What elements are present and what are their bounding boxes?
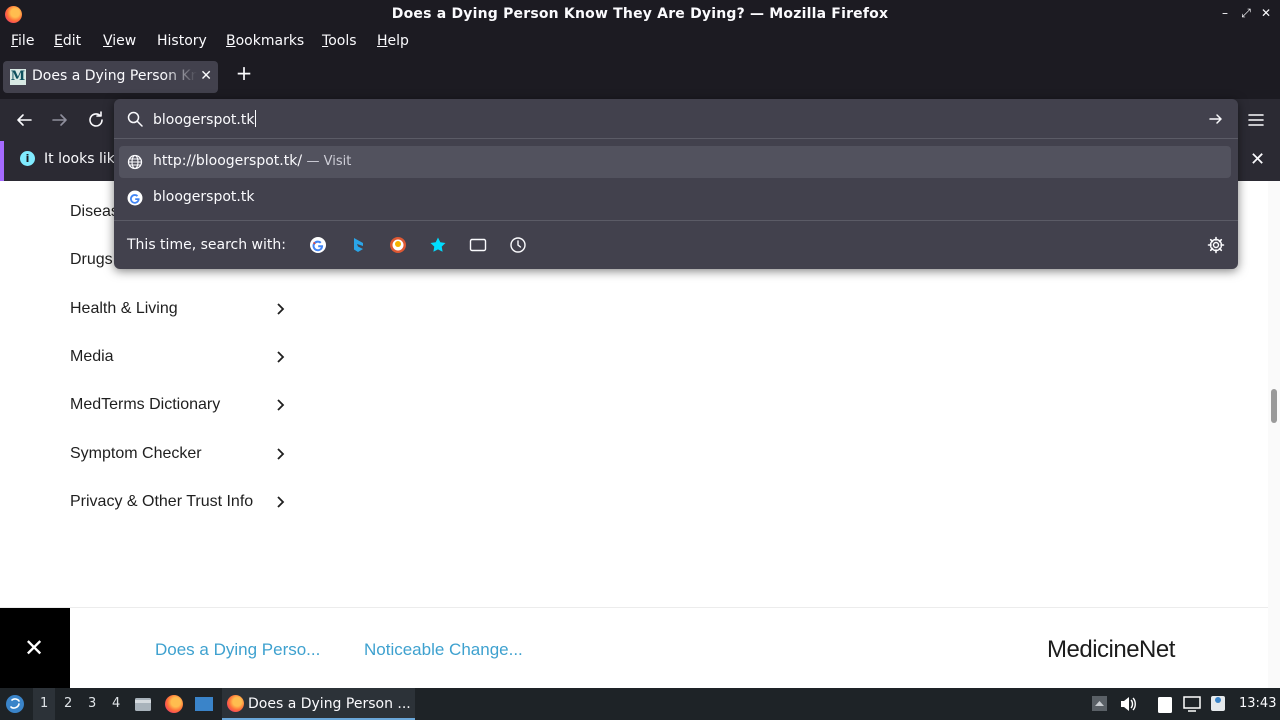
category-symptom-checker[interactable]: Symptom Checker xyxy=(70,445,290,475)
category-media[interactable]: Media xyxy=(70,348,290,378)
sticky-bottom-bar: ✕ Does a Dying Perso... Noticeable Chang… xyxy=(0,607,1268,688)
tray-up-arrow-icon[interactable] xyxy=(1091,695,1108,712)
category-privacy-trust-info[interactable]: Privacy & Other Trust Info xyxy=(70,493,290,523)
urlbar-dropdown: bloogerspot.tk http://bloogerspot.tk/ — … xyxy=(114,99,1238,269)
suggestion-visit-url[interactable]: http://bloogerspot.tk/ — Visit xyxy=(119,146,1231,178)
category-health-living[interactable]: Health & Living xyxy=(70,300,290,330)
firefox-icon xyxy=(227,695,244,712)
volume-icon[interactable] xyxy=(1119,695,1137,713)
menubar: File Edit View History Bookmarks Tools H… xyxy=(0,29,1280,55)
reload-icon[interactable] xyxy=(85,109,107,131)
menu-edit[interactable]: Edit xyxy=(54,33,81,49)
desktop-icon[interactable] xyxy=(194,695,214,713)
menu-tools[interactable]: Tools xyxy=(322,33,357,49)
workspace-4[interactable]: 4 xyxy=(112,696,120,711)
new-tab-icon[interactable]: + xyxy=(234,63,254,83)
scrollbar-thumb[interactable] xyxy=(1271,389,1277,423)
firefox-launcher-icon[interactable] xyxy=(165,695,183,713)
chevron-right-icon xyxy=(277,351,285,363)
menu-view[interactable]: View xyxy=(103,33,136,49)
menu-history[interactable]: History xyxy=(157,33,207,49)
menu-bookmarks[interactable]: Bookmarks xyxy=(226,33,304,49)
suggestion-url-text: http://bloogerspot.tk/ xyxy=(153,153,303,169)
urlbar[interactable]: bloogerspot.tk xyxy=(114,99,1238,139)
taskbar-window-firefox[interactable]: Does a Dying Person ... xyxy=(222,688,415,720)
tab-strip: M Does a Dying Person Know They Are Dyin… xyxy=(0,55,1280,99)
category-medterms-dictionary[interactable]: MedTerms Dictionary xyxy=(70,396,290,426)
close-icon: ✕ xyxy=(24,634,45,662)
menu-file[interactable]: File xyxy=(11,33,34,49)
workspace-2[interactable]: 2 xyxy=(64,696,72,711)
bottom-link-1[interactable]: Does a Dying Perso... xyxy=(155,640,320,660)
one-off-search-bar: This time, search with: xyxy=(114,220,1238,269)
clipboard-icon[interactable] xyxy=(1156,694,1174,714)
file-manager-icon[interactable] xyxy=(134,695,152,713)
maximize-icon[interactable]: ⤢ xyxy=(1239,6,1253,20)
google-icon[interactable] xyxy=(309,236,327,254)
medicinenet-logo[interactable]: MedicineNet xyxy=(1047,636,1175,664)
back-icon[interactable] xyxy=(13,109,35,131)
chevron-right-icon xyxy=(277,399,285,411)
desktop-taskbar: 1 2 3 4 Does a Dying Person ... 13:43 xyxy=(0,688,1280,720)
bookmarks-star-icon[interactable] xyxy=(429,236,447,254)
app-menu-icon[interactable] xyxy=(1245,109,1267,131)
tab-close-icon[interactable]: ✕ xyxy=(200,68,212,84)
window-titlebar: Does a Dying Person Know They Are Dying?… xyxy=(0,0,1280,29)
chevron-right-icon xyxy=(277,448,285,460)
globe-icon xyxy=(127,154,143,170)
history-clock-icon[interactable] xyxy=(509,236,527,254)
search-with-label: This time, search with: xyxy=(127,237,286,253)
network-icon[interactable] xyxy=(1182,695,1202,713)
go-arrow-icon[interactable] xyxy=(1208,111,1224,127)
tab-active[interactable]: M Does a Dying Person Know They Are Dyin… xyxy=(3,61,218,93)
chevron-right-icon xyxy=(277,303,285,315)
tab-title: Does a Dying Person Know They Are Dying? xyxy=(32,68,197,84)
tabs-icon[interactable] xyxy=(469,236,487,254)
minimize-icon[interactable]: – xyxy=(1218,6,1232,20)
forward-icon[interactable] xyxy=(49,109,71,131)
search-icon xyxy=(127,111,143,127)
workspace-3[interactable]: 3 xyxy=(88,696,96,711)
suggestion-search-term[interactable]: bloogerspot.tk xyxy=(119,182,1231,214)
urlbar-input[interactable]: bloogerspot.tk xyxy=(153,110,257,128)
close-window-icon[interactable]: ✕ xyxy=(1259,6,1273,20)
workspace-1[interactable]: 1 xyxy=(40,696,48,711)
clock: 13:43 xyxy=(1239,696,1277,711)
bottom-bar-close-button[interactable]: ✕ xyxy=(0,608,70,688)
suggestion-action: — Visit xyxy=(306,154,352,169)
google-icon xyxy=(127,190,143,206)
start-menu-icon[interactable] xyxy=(5,694,25,714)
taskbar-window-title: Does a Dying Person ... xyxy=(248,696,411,712)
notification-tray-icon[interactable] xyxy=(1209,694,1227,714)
chevron-right-icon xyxy=(277,496,285,508)
medicinenet-favicon-icon: M xyxy=(10,69,26,85)
bing-icon[interactable] xyxy=(349,236,367,254)
duckduckgo-icon[interactable] xyxy=(389,236,407,254)
menu-help[interactable]: Help xyxy=(377,33,409,49)
info-icon: i xyxy=(20,151,35,166)
page-scrollbar[interactable] xyxy=(1268,181,1280,688)
bottom-link-2[interactable]: Noticeable Change... xyxy=(364,640,523,660)
window-title: Does a Dying Person Know They Are Dying?… xyxy=(391,6,889,22)
notification-text: It looks like xyxy=(44,151,123,167)
notification-close-icon[interactable]: ✕ xyxy=(1250,149,1265,170)
search-settings-gear-icon[interactable] xyxy=(1207,236,1225,254)
suggestion-search-text: bloogerspot.tk xyxy=(153,189,255,205)
